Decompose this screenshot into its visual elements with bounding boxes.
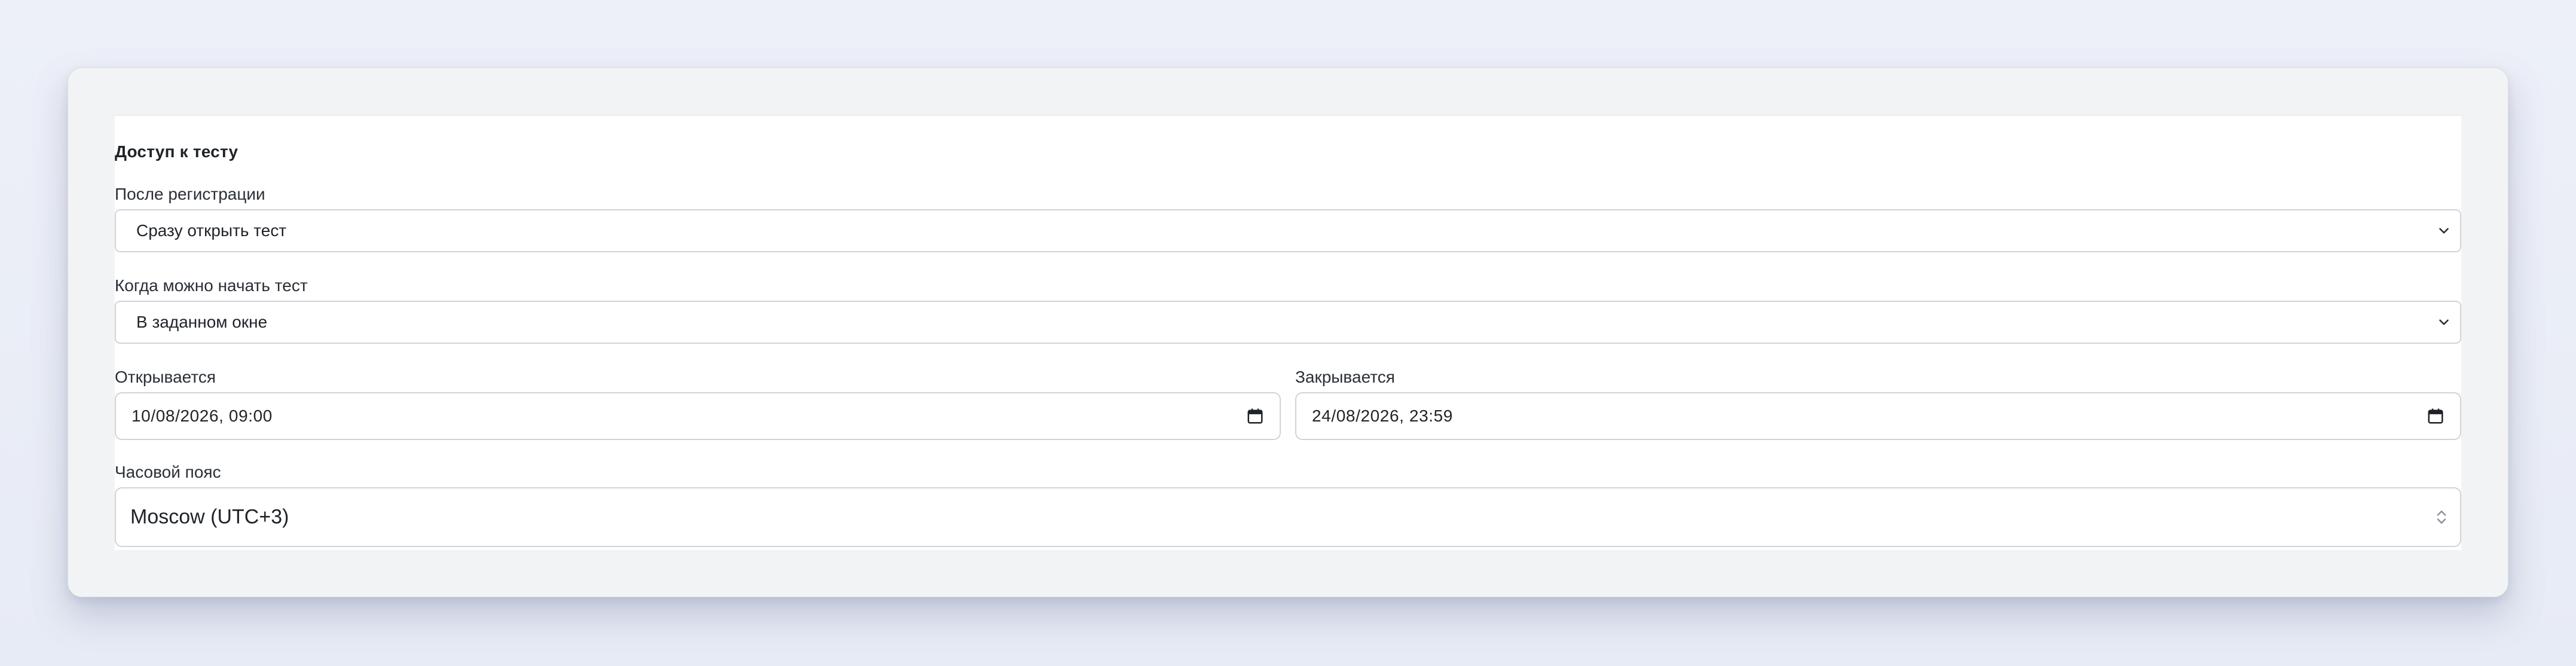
- calendar-icon[interactable]: [2427, 407, 2445, 425]
- chevron-down-icon: [2439, 319, 2449, 325]
- timezone-select[interactable]: Moscow (UTC+3): [115, 487, 2461, 547]
- chevron-updown-icon: [2437, 511, 2446, 524]
- page-background: Доступ к тесту После регистрации Сразу о…: [0, 0, 2576, 666]
- closes-label: Закрывается: [1295, 368, 1395, 386]
- opens-datetime-value: 10/08/2026, 09:00: [131, 407, 273, 425]
- timezone-label: Часовой пояс: [115, 463, 221, 481]
- start-mode-label: Когда можно начать тест: [115, 276, 308, 295]
- calendar-icon[interactable]: [1246, 407, 1264, 425]
- section-title: Доступ к тесту: [115, 142, 238, 161]
- start-mode-value: В заданном окне: [136, 313, 268, 331]
- opens-datetime-input[interactable]: 10/08/2026, 09:00: [115, 392, 1281, 440]
- opens-label: Открывается: [115, 368, 216, 386]
- after-registration-select[interactable]: Сразу открыть тест: [115, 209, 2461, 252]
- closes-datetime-value: 24/08/2026, 23:59: [1312, 407, 1453, 425]
- after-registration-value: Сразу открыть тест: [136, 221, 287, 240]
- closes-datetime-input[interactable]: 24/08/2026, 23:59: [1295, 392, 2461, 440]
- timezone-value: Moscow (UTC+3): [130, 505, 289, 528]
- after-registration-label: После регистрации: [115, 185, 265, 203]
- settings-card: Доступ к тесту После регистрации Сразу о…: [68, 68, 2508, 597]
- chevron-down-icon: [2439, 228, 2449, 234]
- start-mode-select[interactable]: В заданном окне: [115, 301, 2461, 344]
- test-access-section: Доступ к тесту После регистрации Сразу о…: [115, 115, 2461, 550]
